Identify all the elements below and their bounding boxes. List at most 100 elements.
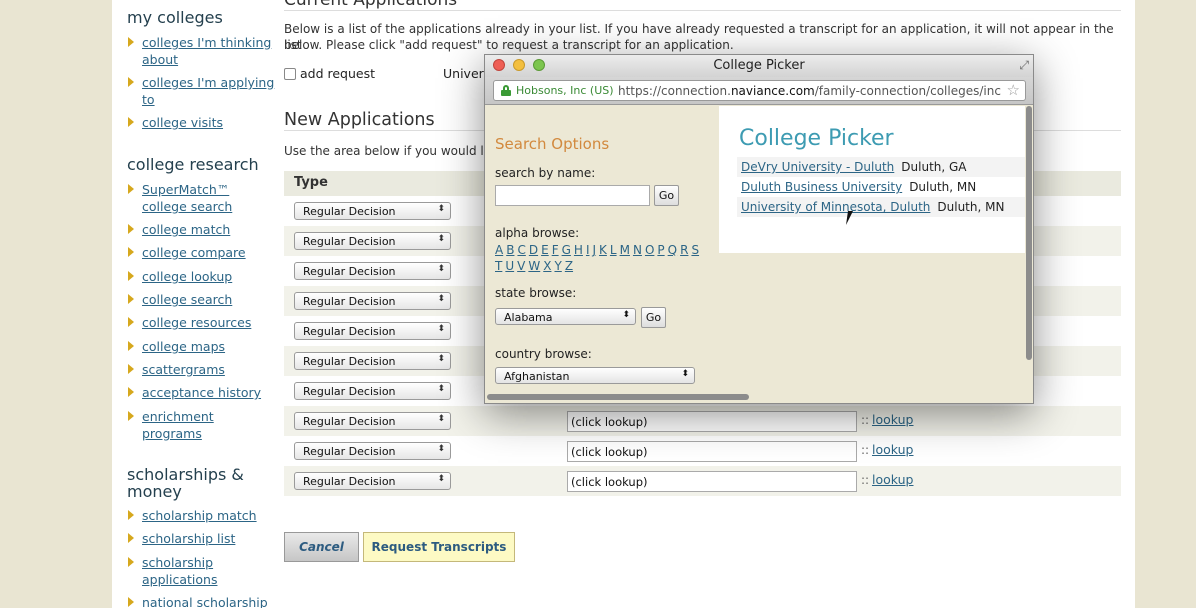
letter-link[interactable]: J: [592, 243, 596, 257]
sidebar-item-college-maps[interactable]: college maps: [127, 338, 277, 355]
letter-link[interactable]: K: [599, 243, 607, 257]
letter-link[interactable]: Y: [554, 259, 561, 273]
lookup-link[interactable]: lookup: [872, 412, 913, 427]
letter-link[interactable]: Z: [565, 259, 573, 273]
sidebar-item-college-lookup[interactable]: college lookup: [127, 268, 277, 285]
lookup-separator: ::: [861, 413, 870, 427]
letter-link[interactable]: D: [529, 243, 538, 257]
letter-link[interactable]: A: [495, 243, 503, 257]
letter-link[interactable]: L: [610, 243, 617, 257]
decision-type-select[interactable]: Regular Decision ⬍: [294, 442, 451, 460]
letter-link[interactable]: V: [517, 259, 525, 273]
add-request-label: add request: [300, 66, 376, 81]
cancel-button[interactable]: Cancel: [284, 532, 359, 562]
college-lookup-field[interactable]: (click lookup): [567, 411, 857, 432]
fullscreen-icon[interactable]: ⤢: [1019, 58, 1029, 73]
add-request-checkbox[interactable]: [284, 67, 296, 80]
lookup-link[interactable]: lookup: [872, 472, 913, 487]
decision-type-select[interactable]: Regular Decision ⬍: [294, 292, 451, 310]
sidebar-item-thinking-about[interactable]: colleges I'm thinking about: [127, 34, 277, 68]
sidebar-heading-my-colleges: my colleges: [127, 8, 223, 27]
sidebar-item-college-compare[interactable]: college compare: [127, 244, 277, 261]
select-arrows-icon: ⬍: [437, 384, 445, 394]
college-link[interactable]: University of Minnesota, Duluth: [741, 200, 930, 214]
decision-type-select[interactable]: Regular Decision ⬍: [294, 322, 451, 340]
letter-link[interactable]: W: [528, 259, 540, 273]
decision-type-select[interactable]: Regular Decision ⬍: [294, 232, 451, 250]
sidebar-item-supermatch[interactable]: SuperMatch™ college search: [127, 181, 277, 215]
select-arrows-icon: ⬍: [437, 204, 445, 214]
letter-link[interactable]: O: [645, 243, 654, 257]
college-lookup-field[interactable]: (click lookup): [567, 441, 857, 462]
sidebar-item-college-resources[interactable]: college resources: [127, 314, 277, 331]
state-browse-label: state browse:: [495, 286, 577, 300]
decision-type-select[interactable]: Regular Decision ⬍: [294, 412, 451, 430]
country-select[interactable]: Afghanistan ⬍: [495, 367, 695, 384]
letter-link[interactable]: T: [495, 259, 502, 273]
search-go-button[interactable]: Go: [654, 185, 679, 206]
bullet-arrow-icon: [128, 510, 134, 520]
college-link[interactable]: Duluth Business University: [741, 180, 902, 194]
address-bar[interactable]: Hobsons, Inc (US) https://connection.nav…: [493, 80, 1026, 101]
college-location: Duluth, GA: [901, 160, 967, 174]
state-select[interactable]: Alabama ⬍: [495, 308, 636, 325]
letter-link[interactable]: G: [562, 243, 571, 257]
sidebar-item-acceptance-history[interactable]: acceptance history: [127, 384, 277, 401]
current-applications-heading: Current Applications: [284, 0, 458, 10]
college-link[interactable]: DeVry University - Duluth: [741, 160, 894, 174]
sidebar-item-national-scholarship[interactable]: national scholarship: [127, 594, 277, 608]
window-titlebar[interactable]: College Picker ⤢: [485, 55, 1033, 77]
letter-link[interactable]: F: [552, 243, 559, 257]
letter-link[interactable]: N: [633, 243, 642, 257]
horizontal-scrollbar[interactable]: [487, 394, 749, 400]
bookmark-star-icon[interactable]: ☆: [1007, 81, 1020, 99]
lookup-link[interactable]: lookup: [872, 442, 913, 457]
letter-link[interactable]: H: [574, 243, 583, 257]
letter-link[interactable]: S: [691, 243, 699, 257]
letter-link[interactable]: I: [586, 243, 590, 257]
college-lookup-field[interactable]: (click lookup): [567, 471, 857, 492]
college-location: Duluth, MN: [909, 180, 977, 194]
table-row: Regular Decision ⬍ (click lookup) :: look…: [284, 406, 1121, 436]
sidebar-item-enrichment-programs[interactable]: enrichment programs: [127, 408, 277, 442]
vertical-scrollbar[interactable]: [1026, 106, 1032, 360]
letter-link[interactable]: X: [543, 259, 551, 273]
bullet-arrow-icon: [128, 184, 134, 194]
decision-type-select[interactable]: Regular Decision ⬍: [294, 382, 451, 400]
decision-type-select[interactable]: Regular Decision ⬍: [294, 202, 451, 220]
select-arrows-icon: ⬍: [437, 264, 445, 274]
sidebar-item-scholarship-list[interactable]: scholarship list: [127, 530, 277, 547]
picker-title: College Picker: [739, 126, 894, 151]
bullet-arrow-icon: [128, 533, 134, 543]
select-arrows-icon: ⬍: [437, 444, 445, 454]
letter-link[interactable]: B: [506, 243, 514, 257]
address-bar-area: Hobsons, Inc (US) https://connection.nav…: [485, 77, 1033, 105]
select-arrows-icon: ⬍: [437, 294, 445, 304]
sidebar-item-scholarship-match[interactable]: scholarship match: [127, 507, 277, 524]
search-options-title: Search Options: [495, 135, 610, 153]
select-arrows-icon: ⬍: [622, 310, 630, 320]
url-text: https://connection.naviance.com/family-c…: [618, 84, 1001, 98]
search-by-name-label: search by name:: [495, 166, 596, 180]
site-identity: Hobsons, Inc (US): [516, 84, 614, 97]
sidebar-item-college-match[interactable]: college match: [127, 221, 277, 238]
decision-type-select[interactable]: Regular Decision ⬍: [294, 472, 451, 490]
sidebar-item-applying-to[interactable]: colleges I'm applying to: [127, 74, 277, 108]
sidebar-item-scholarship-applications[interactable]: scholarship applications: [127, 554, 277, 588]
letter-link[interactable]: C: [517, 243, 525, 257]
letter-link[interactable]: P: [657, 243, 664, 257]
sidebar-item-college-search[interactable]: college search: [127, 291, 277, 308]
sidebar-item-college-visits[interactable]: college visits: [127, 114, 277, 131]
sidebar-item-scattergrams[interactable]: scattergrams: [127, 361, 277, 378]
request-transcripts-button[interactable]: Request Transcripts: [363, 532, 515, 562]
search-name-input[interactable]: [495, 185, 650, 206]
decision-type-select[interactable]: Regular Decision ⬍: [294, 352, 451, 370]
state-go-button[interactable]: Go: [641, 307, 666, 328]
letter-link[interactable]: U: [505, 259, 514, 273]
letter-link[interactable]: R: [680, 243, 688, 257]
decision-type-select[interactable]: Regular Decision ⬍: [294, 262, 451, 280]
lookup-separator: ::: [861, 443, 870, 457]
letter-link[interactable]: E: [541, 243, 549, 257]
letter-link[interactable]: Q: [668, 243, 677, 257]
letter-link[interactable]: M: [620, 243, 630, 257]
